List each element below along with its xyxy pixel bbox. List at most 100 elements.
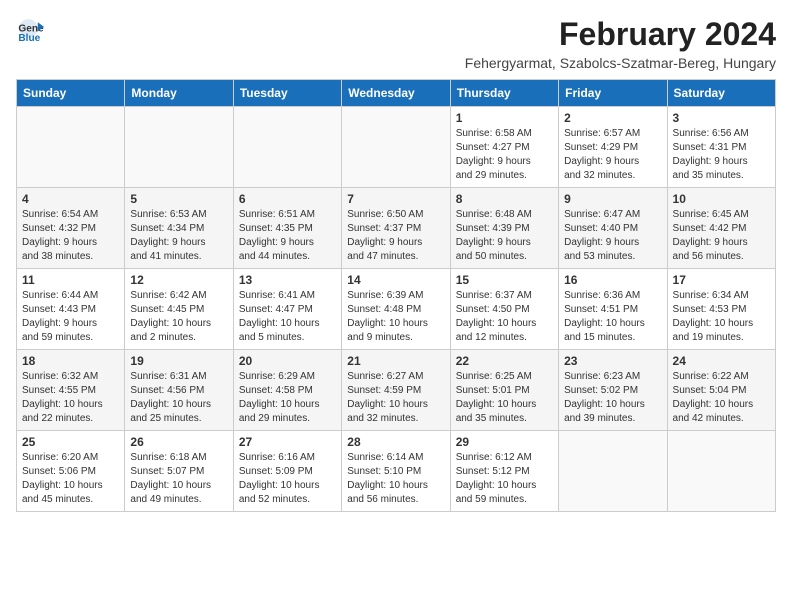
calendar-cell: 18Sunrise: 6:32 AMSunset: 4:55 PMDayligh… <box>17 350 125 431</box>
day-detail: Sunrise: 6:50 AMSunset: 4:37 PMDaylight:… <box>347 208 444 264</box>
weekday-header-saturday: Saturday <box>667 80 775 107</box>
day-number: 28 <box>347 435 444 449</box>
calendar-cell: 25 Sunrise: 6:20 AMSunset: 5:06 PMDayligh… <box>17 431 125 512</box>
calendar-cell: 1 Sunrise: 6:58 AMSunset: 4:27 PMDaylight… <box>450 107 558 188</box>
day-number: 29 <box>456 435 553 449</box>
calendar-cell <box>233 107 341 188</box>
svg-text:Blue: Blue <box>18 33 40 44</box>
day-detail: Sunrise: 6:41 AMSunset: 4:47 PMDaylight:… <box>239 289 336 345</box>
calendar-table: SundayMondayTuesdayWednesdayThursdayFrid… <box>16 79 776 512</box>
weekday-header-thursday: Thursday <box>450 80 558 107</box>
day-number: 7 <box>347 192 444 206</box>
day-number: 6 <box>239 192 336 206</box>
calendar-cell: 3Sunrise: 6:56 AMSunset: 4:31 PMDaylight… <box>667 107 775 188</box>
calendar-cell: 14 Sunrise: 6:39 AMSunset: 4:48 PMDayligh… <box>342 269 450 350</box>
calendar-cell: 4Sunrise: 6:54 AMSunset: 4:32 PMDaylight… <box>17 188 125 269</box>
calendar-cell <box>667 431 775 512</box>
calendar-cell: 13 Sunrise: 6:41 AMSunset: 4:47 PMDayligh… <box>233 269 341 350</box>
calendar-cell: 7 Sunrise: 6:50 AMSunset: 4:37 PMDaylight… <box>342 188 450 269</box>
day-number: 14 <box>347 273 444 287</box>
day-detail: Sunrise: 6:20 AMSunset: 5:06 PMDaylight:… <box>22 451 119 507</box>
day-number: 25 <box>22 435 119 449</box>
day-detail: Sunrise: 6:25 AMSunset: 5:01 PMDaylight:… <box>456 370 553 426</box>
day-number: 23 <box>564 354 661 368</box>
calendar-cell: 9 Sunrise: 6:47 AMSunset: 4:40 PMDaylight… <box>559 188 667 269</box>
day-number: 4 <box>22 192 119 206</box>
subtitle: Fehergyarmat, Szabolcs-Szatmar-Bereg, Hu… <box>465 55 776 71</box>
day-detail: Sunrise: 6:14 AMSunset: 5:10 PMDaylight:… <box>347 451 444 507</box>
calendar-cell <box>342 107 450 188</box>
day-detail: Sunrise: 6:56 AMSunset: 4:31 PMDaylight:… <box>673 127 770 183</box>
weekday-header-sunday: Sunday <box>17 80 125 107</box>
day-detail: Sunrise: 6:32 AMSunset: 4:55 PMDaylight:… <box>22 370 119 426</box>
day-number: 26 <box>130 435 227 449</box>
day-detail: Sunrise: 6:39 AMSunset: 4:48 PMDaylight:… <box>347 289 444 345</box>
calendar-cell <box>17 107 125 188</box>
day-detail: Sunrise: 6:29 AMSunset: 4:58 PMDaylight:… <box>239 370 336 426</box>
day-detail: Sunrise: 6:31 AMSunset: 4:56 PMDaylight:… <box>130 370 227 426</box>
weekday-header-row: SundayMondayTuesdayWednesdayThursdayFrid… <box>17 80 776 107</box>
calendar-cell: 16 Sunrise: 6:36 AMSunset: 4:51 PMDayligh… <box>559 269 667 350</box>
day-number: 13 <box>239 273 336 287</box>
calendar-cell: 27 Sunrise: 6:16 AMSunset: 5:09 PMDayligh… <box>233 431 341 512</box>
calendar-cell: 24 Sunrise: 6:22 AMSunset: 5:04 PMDayligh… <box>667 350 775 431</box>
day-detail: Sunrise: 6:34 AMSunset: 4:53 PMDaylight:… <box>673 289 770 345</box>
day-detail: Sunrise: 6:47 AMSunset: 4:40 PMDaylight:… <box>564 208 661 264</box>
day-detail: Sunrise: 6:12 AMSunset: 5:12 PMDaylight:… <box>456 451 553 507</box>
weekday-header-tuesday: Tuesday <box>233 80 341 107</box>
calendar-cell: 29 Sunrise: 6:12 AMSunset: 5:12 PMDayligh… <box>450 431 558 512</box>
day-detail: Sunrise: 6:45 AMSunset: 4:42 PMDaylight:… <box>673 208 770 264</box>
calendar-cell: 19 Sunrise: 6:31 AMSunset: 4:56 PMDayligh… <box>125 350 233 431</box>
day-detail: Sunrise: 6:36 AMSunset: 4:51 PMDaylight:… <box>564 289 661 345</box>
main-title: February 2024 <box>465 16 776 53</box>
week-row-2: 4Sunrise: 6:54 AMSunset: 4:32 PMDaylight… <box>17 188 776 269</box>
day-number: 9 <box>564 192 661 206</box>
day-number: 24 <box>673 354 770 368</box>
calendar-cell: 8 Sunrise: 6:48 AMSunset: 4:39 PMDaylight… <box>450 188 558 269</box>
week-row-4: 18Sunrise: 6:32 AMSunset: 4:55 PMDayligh… <box>17 350 776 431</box>
logo: General Blue <box>16 16 44 44</box>
day-detail: Sunrise: 6:51 AMSunset: 4:35 PMDaylight:… <box>239 208 336 264</box>
day-detail: Sunrise: 6:37 AMSunset: 4:50 PMDaylight:… <box>456 289 553 345</box>
day-number: 8 <box>456 192 553 206</box>
day-detail: Sunrise: 6:58 AMSunset: 4:27 PMDaylight:… <box>456 127 553 183</box>
calendar-cell: 5 Sunrise: 6:53 AMSunset: 4:34 PMDaylight… <box>125 188 233 269</box>
weekday-header-friday: Friday <box>559 80 667 107</box>
day-detail: Sunrise: 6:42 AMSunset: 4:45 PMDaylight:… <box>130 289 227 345</box>
day-number: 17 <box>673 273 770 287</box>
day-number: 11 <box>22 273 119 287</box>
weekday-header-wednesday: Wednesday <box>342 80 450 107</box>
week-row-5: 25 Sunrise: 6:20 AMSunset: 5:06 PMDayligh… <box>17 431 776 512</box>
day-number: 22 <box>456 354 553 368</box>
day-detail: Sunrise: 6:22 AMSunset: 5:04 PMDaylight:… <box>673 370 770 426</box>
logo-icon: General Blue <box>16 16 44 44</box>
calendar-cell: 17 Sunrise: 6:34 AMSunset: 4:53 PMDayligh… <box>667 269 775 350</box>
day-number: 19 <box>130 354 227 368</box>
day-number: 27 <box>239 435 336 449</box>
calendar-cell: 26Sunrise: 6:18 AMSunset: 5:07 PMDayligh… <box>125 431 233 512</box>
day-number: 2 <box>564 111 661 125</box>
day-number: 15 <box>456 273 553 287</box>
calendar-cell: 15 Sunrise: 6:37 AMSunset: 4:50 PMDayligh… <box>450 269 558 350</box>
calendar-cell: 10 Sunrise: 6:45 AMSunset: 4:42 PMDayligh… <box>667 188 775 269</box>
calendar-cell: 23 Sunrise: 6:23 AMSunset: 5:02 PMDayligh… <box>559 350 667 431</box>
header: General Blue February 2024 Fehergyarmat,… <box>16 16 776 71</box>
day-number: 16 <box>564 273 661 287</box>
weekday-header-monday: Monday <box>125 80 233 107</box>
day-detail: Sunrise: 6:53 AMSunset: 4:34 PMDaylight:… <box>130 208 227 264</box>
calendar-cell: 6 Sunrise: 6:51 AMSunset: 4:35 PMDaylight… <box>233 188 341 269</box>
day-number: 1 <box>456 111 553 125</box>
calendar-cell <box>125 107 233 188</box>
calendar-cell: 28 Sunrise: 6:14 AMSunset: 5:10 PMDayligh… <box>342 431 450 512</box>
day-number: 10 <box>673 192 770 206</box>
day-detail: Sunrise: 6:23 AMSunset: 5:02 PMDaylight:… <box>564 370 661 426</box>
week-row-3: 11Sunrise: 6:44 AMSunset: 4:43 PMDayligh… <box>17 269 776 350</box>
calendar-cell: 11Sunrise: 6:44 AMSunset: 4:43 PMDayligh… <box>17 269 125 350</box>
day-number: 21 <box>347 354 444 368</box>
week-row-1: 1 Sunrise: 6:58 AMSunset: 4:27 PMDaylight… <box>17 107 776 188</box>
day-detail: Sunrise: 6:16 AMSunset: 5:09 PMDaylight:… <box>239 451 336 507</box>
calendar-cell: 2Sunrise: 6:57 AMSunset: 4:29 PMDaylight… <box>559 107 667 188</box>
day-number: 5 <box>130 192 227 206</box>
day-detail: Sunrise: 6:48 AMSunset: 4:39 PMDaylight:… <box>456 208 553 264</box>
calendar-cell: 22 Sunrise: 6:25 AMSunset: 5:01 PMDayligh… <box>450 350 558 431</box>
